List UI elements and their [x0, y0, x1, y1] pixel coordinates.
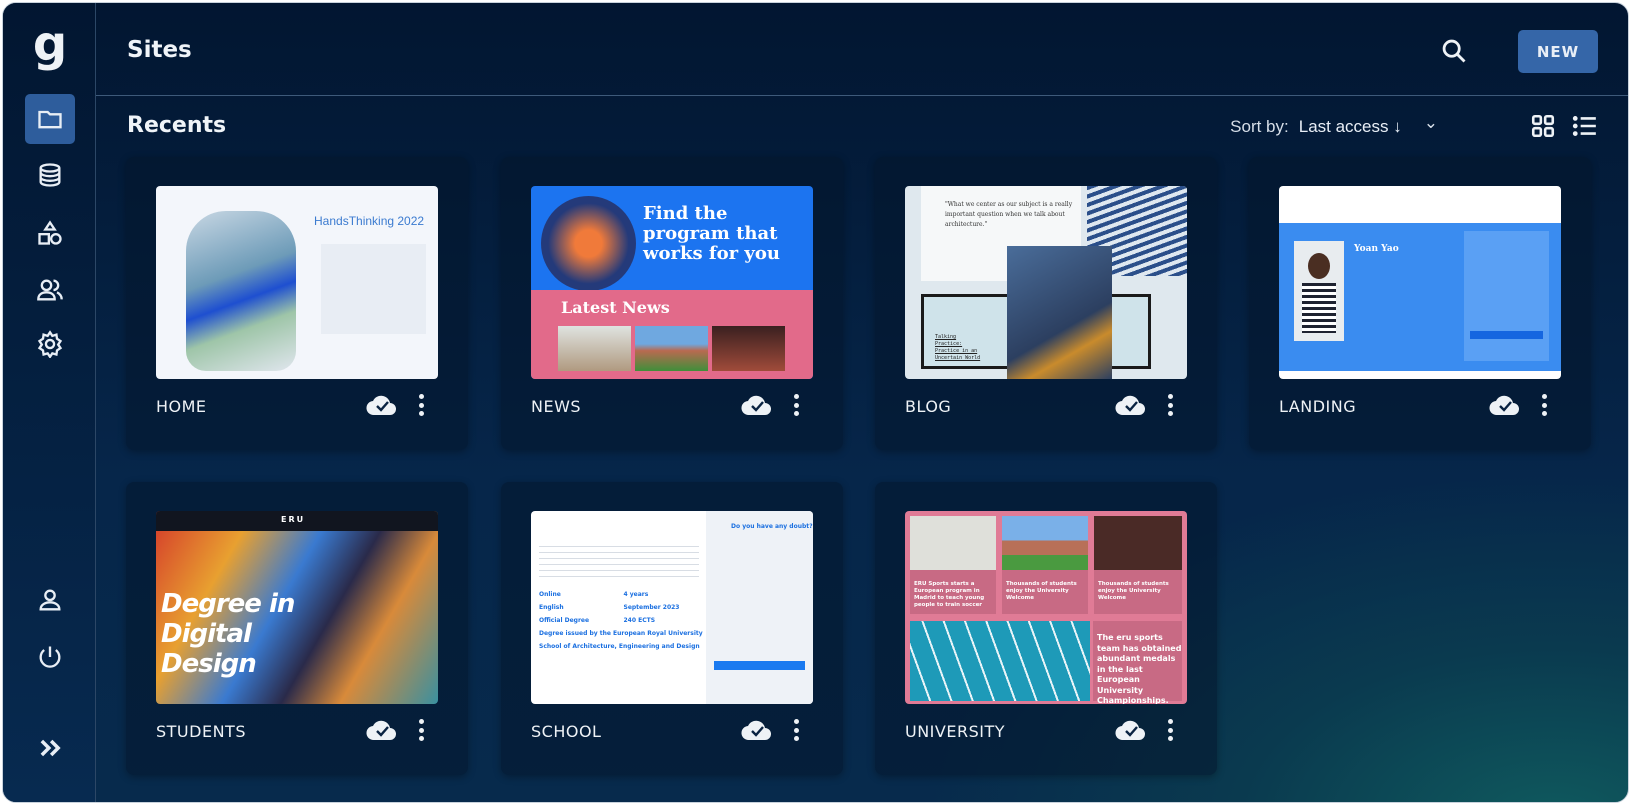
site-thumbnail[interactable]: HandsThinking 2022 [156, 186, 438, 379]
news-title: Thousands of students enjoy the Universi… [1098, 581, 1169, 601]
site-name: HOME [156, 397, 207, 416]
more-options-icon[interactable] [1165, 391, 1175, 419]
power-icon [39, 646, 61, 668]
more-options-icon[interactable] [791, 391, 801, 419]
thumb-facts: Online 4 years English September 2023 Offi… [539, 591, 704, 650]
thumb-caption: Talking Practice: Practice in an Uncerta… [935, 334, 981, 361]
more-options-icon[interactable] [1165, 716, 1175, 744]
search-icon[interactable] [1440, 37, 1468, 65]
cloud-check-icon [1115, 720, 1145, 741]
site-card-news[interactable]: Find the program that works for you Late… [501, 157, 843, 450]
sidebar-item-settings[interactable] [25, 319, 75, 369]
sort-label: Sort by: [1230, 117, 1289, 136]
cloud-check-icon [366, 720, 396, 741]
fact: Degree issued by the European Royal Univ… [539, 630, 703, 637]
thumb-title: HandsThinking 2022 [314, 214, 425, 228]
news-title: Thousands of students enjoy the Universi… [1006, 581, 1077, 601]
database-icon [39, 163, 61, 187]
fact: September 2023 [623, 604, 680, 611]
cloud-check-icon [1489, 395, 1519, 416]
thumb-quote: "What we center as our subject is a real… [945, 201, 1073, 228]
site-thumbnail[interactable]: ERU Sports starts a European program in … [905, 511, 1187, 704]
athletes-illustration [541, 196, 636, 291]
users-icon [37, 279, 63, 301]
folder-icon [38, 110, 62, 129]
site-card-home[interactable]: HandsThinking 2022 HOME [126, 157, 468, 450]
site-thumbnail[interactable]: "What we center as our subject is a real… [905, 186, 1187, 379]
form-panel [706, 511, 813, 704]
profile-photo [1294, 241, 1344, 341]
sidebar-item-logout[interactable] [25, 632, 75, 682]
thumb-person: Yoan Yao [1354, 244, 1399, 254]
list-view-icon[interactable] [1572, 113, 1598, 139]
chevrons-right-icon [40, 739, 61, 757]
site-card-blog[interactable]: "What we center as our subject is a real… [875, 157, 1217, 450]
more-options-icon[interactable] [1539, 391, 1549, 419]
site-name: STUDENTS [156, 722, 246, 741]
form-panel [1464, 231, 1549, 361]
cloud-check-icon [366, 395, 396, 416]
feature-title: The eru sports team has obtained abundan… [1097, 633, 1182, 704]
sidebar-item-users[interactable] [25, 265, 75, 315]
sidebar-item-data[interactable] [25, 150, 75, 200]
logo[interactable]: g [25, 20, 75, 73]
sort-dropdown[interactable]: Sort by: Last access ↓ ⌄ [1230, 113, 1438, 137]
news-photo [635, 326, 708, 371]
user-icon [39, 589, 61, 611]
thumb-headline: Degree in Digital Design [161, 589, 295, 679]
news-title: ERU Sports starts a European program in … [914, 581, 985, 608]
site-thumbnail[interactable]: ERU Degree in Digital Design [156, 511, 438, 704]
fact: 4 years [623, 591, 649, 598]
app-window: g Sites NEW Recents Sort by: Last access… [2, 2, 1629, 803]
more-options-icon[interactable] [416, 391, 426, 419]
site-card-students[interactable]: ERU Degree in Digital Design STUDENTS [126, 482, 468, 775]
pool-photo [910, 621, 1090, 701]
architecture-photo [1007, 246, 1112, 379]
cloud-check-icon [741, 720, 771, 741]
fact: English [539, 604, 564, 611]
site-card-university[interactable]: ERU Sports starts a European program in … [875, 482, 1217, 775]
fact: Online [539, 591, 561, 598]
site-card-landing[interactable]: Yoan Yao LANDING [1249, 157, 1591, 450]
top-header: Sites NEW [96, 3, 1628, 96]
site-name: LANDING [1279, 397, 1357, 416]
sidebar-item-sites[interactable] [25, 94, 75, 144]
shapes-icon [38, 220, 62, 245]
sidebar-item-components[interactable] [25, 208, 75, 258]
cloud-check-icon [741, 395, 771, 416]
news-photo [712, 326, 785, 371]
site-name: UNIVERSITY [905, 722, 1005, 741]
hand-image [186, 211, 296, 371]
chevron-down-icon: ⌄ [1423, 113, 1438, 132]
fact: 240 ECTS [623, 617, 656, 624]
section-title: Recents [127, 113, 227, 138]
site-name: SCHOOL [531, 722, 602, 741]
news-photo [558, 326, 631, 371]
more-options-icon[interactable] [791, 716, 801, 744]
site-thumbnail[interactable]: Online 4 years English September 2023 Offi… [531, 511, 813, 704]
sidebar: g [3, 3, 96, 802]
sort-value: Last access ↓ [1298, 117, 1402, 136]
fact: School of Architecture, Engineering and … [539, 643, 700, 650]
site-name: BLOG [905, 397, 952, 416]
site-thumbnail[interactable]: Yoan Yao [1279, 186, 1561, 379]
sidebar-expand-button[interactable] [25, 723, 75, 773]
cloud-check-icon [1115, 395, 1145, 416]
site-thumbnail[interactable]: Find the program that works for you Late… [531, 186, 813, 379]
fact: Official Degree [539, 617, 590, 624]
thumb-headline: Find the program that works for you [643, 203, 780, 264]
gear-icon [37, 330, 63, 358]
site-card-school[interactable]: Online 4 years English September 2023 Offi… [501, 482, 843, 775]
thumb-section: Latest News [561, 298, 670, 317]
thumb-text-block [321, 244, 426, 334]
more-options-icon[interactable] [416, 716, 426, 744]
thumb-brand: ERU [281, 515, 306, 524]
thumb-paragraph [539, 541, 699, 581]
site-name: NEWS [531, 397, 582, 416]
sidebar-item-profile[interactable] [25, 575, 75, 625]
grid-view-icon[interactable] [1530, 113, 1556, 139]
page-title: Sites [127, 37, 192, 63]
thumb-heading: Do you have any doubt? [731, 523, 813, 530]
new-button[interactable]: NEW [1518, 30, 1598, 73]
